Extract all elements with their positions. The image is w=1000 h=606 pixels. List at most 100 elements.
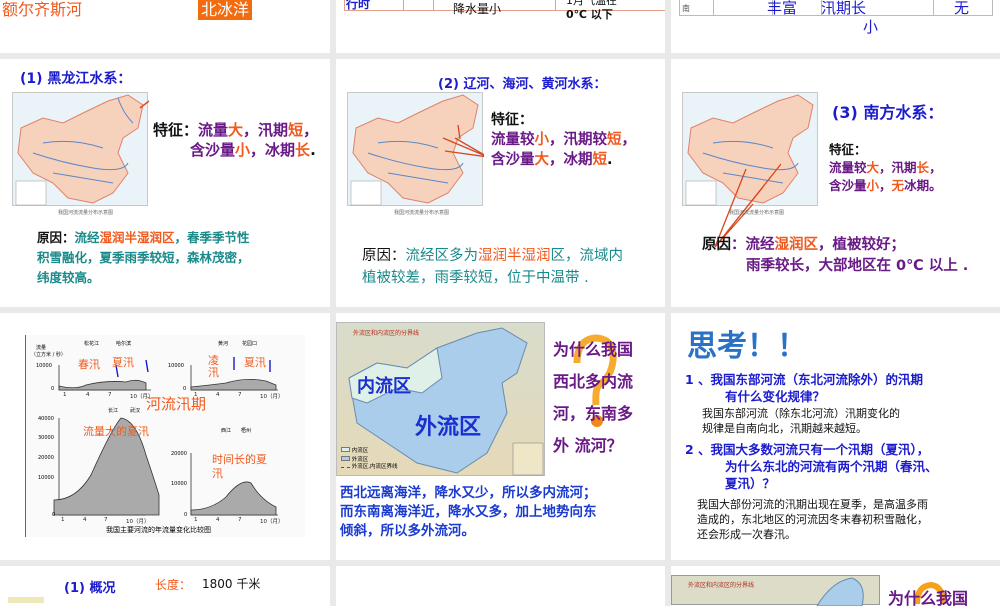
reason-text: 原因：流经湿润半湿润区，春季季节性 积雪融化，夏季雨季较短，森林茂密， 纬度较高… — [37, 230, 250, 285]
reason-text: 原因：流经区多为湿润半湿润区，流域内 植被较差，雨季较短，位于中温带 . — [362, 248, 623, 286]
chart-river-label: 黄河 — [218, 341, 229, 347]
thumbnail-image — [8, 597, 44, 603]
x-tick: 7 — [108, 392, 112, 398]
x-tick: 4 — [216, 392, 220, 398]
table-cell: 丰富 — [767, 0, 798, 17]
chart-station-label: 哈尔滨 — [116, 341, 132, 347]
china-river-map — [12, 92, 154, 206]
feature-line: 含沙量大，冰期短. — [491, 152, 613, 168]
answer-2: 我国大部份河流的汛期出现在夏季，是高温多雨 造成的，东北地区的河流因冬末春初积雪融… — [697, 498, 928, 541]
map-caption: 我国河流流量分布示意图 — [58, 210, 114, 216]
river-label: 额尔齐斯河 — [2, 0, 83, 19]
x-tick: 10（月） — [260, 519, 284, 525]
x-tick: 4 — [86, 392, 90, 398]
feature-line: 流量较小，汛期较短， — [491, 132, 636, 148]
x-tick: 4 — [216, 517, 220, 523]
drainage-map: 外流区和内流区的分界线 — [671, 575, 880, 606]
y-tick: 0 — [183, 386, 187, 392]
x-tick: 7 — [104, 517, 108, 523]
y-axis-label: 流量 — [36, 345, 47, 351]
slide-south[interactable]: 我国河流流量分布示意图 (3) 南方水系： 特征： 流量较大，汛期长， 含沙量小… — [671, 59, 1000, 307]
slide-thumbnail[interactable]: 外流区和内流区的分界线 为什么我国 — [671, 566, 1000, 606]
figure-caption: 我国主要河流的年流量变化比较图 — [106, 526, 211, 534]
x-tick: 1 — [63, 392, 67, 398]
slide-think[interactable]: 思考！！ 1 、我国东部河流（东北河流除外）的汛期 有什么变化规律？ 我国东部河流… — [671, 313, 1000, 560]
y-tick: 30000 — [38, 435, 54, 441]
y-tick: 0 — [51, 386, 55, 392]
summer-flood-label: 夏汛 — [112, 356, 134, 369]
x-tick: 7 — [238, 517, 242, 523]
spring-flood-label: 春汛 — [78, 358, 100, 371]
table-cell: 无 — [954, 0, 970, 17]
y-tick: 10000 — [171, 481, 187, 487]
y-tick: 10000 — [38, 475, 54, 481]
question-1: 1 、我国东部河流（东北河流除外）的汛期 有什么变化规律？ — [685, 372, 924, 404]
slide-thumbnail[interactable]: 额尔齐斯河 北冰洋 — [0, 0, 330, 53]
x-tick: 4 — [83, 517, 87, 523]
x-tick: 7 — [238, 392, 242, 398]
table-cell: 南 — [682, 4, 690, 13]
inland-area-label: 内流区 — [357, 376, 411, 397]
chart-river-label: 西江 — [221, 428, 232, 434]
slide-heilongjiang[interactable]: (1) 黑龙江水系： 我国河流流量分布示意图 特征：流量大，汛期短， 含沙量小，… — [0, 59, 330, 307]
flow-comparison-figure: 松花江 哈尔滨 流量 （立方米 / 秒） 10000 0 春汛 夏汛 1 4 7… — [25, 335, 305, 537]
question-2: 2 、我国大多数河流只有一个汛期（夏汛）， 为什么东北的河流有两个汛期（春汛、 夏汛… — [685, 442, 938, 491]
slide-title: (1) 黑龙江水系： — [20, 71, 132, 87]
long-flood-note: 时间长的夏汛 — [212, 453, 267, 480]
slide-thumbnail[interactable]: 南 丰富 汛期长 小 无 — [671, 0, 1000, 53]
feature-line: 含沙量小，无冰期。 — [829, 178, 942, 193]
table-cell: 降水量小 — [453, 2, 502, 16]
table-cell: 行时 — [346, 0, 371, 11]
y-tick: 10000 — [36, 363, 52, 369]
slide-thumbnail-blank[interactable] — [336, 566, 665, 606]
slide-title: (3) 南方水系： — [832, 103, 944, 122]
slide-title: 思考！！ — [687, 329, 807, 364]
outflow-area-label: 外流区 — [415, 415, 482, 440]
x-tick: 10（月） — [260, 394, 284, 400]
y-tick: 10000 — [168, 363, 184, 369]
chart-station-label: 梧州 — [241, 428, 252, 434]
x-tick: 10（月） — [126, 519, 150, 525]
y-axis-unit: （立方米 / 秒） — [31, 352, 66, 358]
table-cell: 小 — [863, 18, 879, 36]
map-legend: 内流区 外流区 外流区,内流区界线 — [341, 447, 398, 472]
y-tick: 0 — [184, 512, 188, 518]
feature-line: 特征：流量大，汛期短， — [153, 121, 319, 139]
feature-line: 含沙量小，冰期长. — [190, 141, 316, 159]
reason-text: 原因：流经湿润区，植被较好； 雨季较长，大部地区在 0℃ 以上 . — [702, 237, 969, 274]
large-flow-note: 流量大的夏汛 — [83, 425, 149, 438]
slide-thumbnail[interactable]: 行时 降水量小 1月气温在 0℃ 以下 — [336, 0, 665, 53]
y-tick: 20000 — [171, 451, 187, 457]
y-tick: 20000 — [38, 455, 54, 461]
y-tick: 40000 — [38, 416, 54, 422]
map-title: 外流区和内流区的分界线 — [688, 582, 755, 589]
length-label: 长度： — [155, 578, 192, 592]
china-river-map — [347, 92, 489, 206]
question-text: 为什么我国 西北多内流 河，东南多外 流河？ — [553, 340, 634, 455]
question-text: 为什么我国 — [888, 589, 969, 606]
ice-flood-label: 凌汛 — [208, 354, 219, 379]
slide-flood-chart[interactable]: 松花江 哈尔滨 流量 （立方米 / 秒） 10000 0 春汛 夏汛 1 4 7… — [0, 313, 330, 560]
answer-text: 西北远离海洋，降水又少，所以多内流河； 而东南离海洋近，降水又多，加上地势向东 倾斜… — [340, 485, 597, 539]
x-tick: 1 — [194, 517, 198, 523]
chart-station-label: 花园口 — [242, 341, 258, 347]
feature-label: 特征： — [491, 112, 533, 128]
table-cell: 0℃ 以下 — [566, 8, 613, 21]
answer-1: 我国东部河流（除东北河流）汛期变化的 规律是自南向北，汛期越来越短。 — [702, 407, 900, 435]
chart-station-label: 武汉 — [130, 408, 141, 414]
feature-line: 流量较大，汛期长， — [829, 160, 942, 175]
summer-flood-label: 夏汛 — [244, 356, 266, 369]
slide-inland-rivers[interactable]: 外流区和内流区的分界线 内流区 外流区 内流区 外流区 外流区,内流区界线 为什… — [336, 313, 665, 560]
figure-title: 河流汛期 — [146, 395, 207, 413]
slide-title: (1) 概况 — [64, 581, 116, 596]
ocean-badge: 北冰洋 — [198, 0, 252, 20]
slide-overview[interactable]: (1) 概况 长度： 1800 千米 — [0, 566, 330, 606]
chart-river-label: 松花江 — [84, 341, 100, 347]
slide-title: (2) 辽河、海河、黄河水系： — [438, 77, 607, 92]
feature-label: 特征： — [829, 142, 867, 157]
x-tick: 1 — [61, 517, 65, 523]
length-value: 1800 千米 — [202, 577, 261, 591]
y-tick: 0 — [52, 512, 56, 518]
drainage-map: 外流区和内流区的分界线 内流区 外流区 内流区 外流区 外流区,内流区界线 — [336, 322, 545, 476]
slide-liaohe[interactable]: (2) 辽河、海河、黄河水系： 我国河流流量分布示意图 特征： 流量较小，汛期较… — [336, 59, 665, 307]
